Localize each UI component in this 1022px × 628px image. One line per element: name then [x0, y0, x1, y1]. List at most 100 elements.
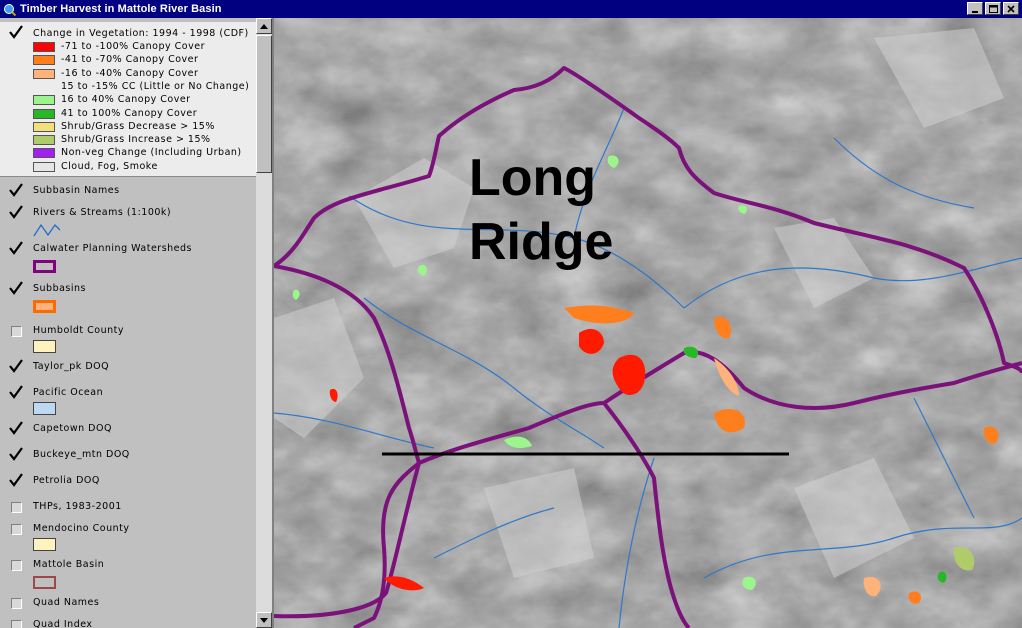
checkmark-icon	[9, 473, 23, 487]
veg-class-label: 16 to 40% Canopy Cover	[61, 94, 191, 106]
close-button[interactable]	[1003, 2, 1019, 15]
layer-row[interactable]: Quad Index	[0, 617, 256, 628]
veg-class-label: -16 to -40% Canopy Cover	[61, 67, 199, 79]
layer-row[interactable]: Petrolia DOQ	[0, 473, 256, 493]
veg-class-label: Shrub/Grass Increase > 15%	[61, 134, 211, 146]
checkmark-icon	[9, 359, 23, 373]
layer-row[interactable]: Mendocino County	[0, 521, 256, 551]
layer-visibility-checkbox[interactable]	[11, 502, 22, 513]
layer-row[interactable]: Calwater Planning Watersheds	[0, 241, 256, 273]
checkmark-icon	[9, 25, 23, 39]
layer-row[interactable]: Taylor_pk DOQ	[0, 359, 256, 379]
layer-name: Quad Index	[33, 619, 93, 628]
vegetation-change-legend[interactable]: Change in Vegetation: 1994 - 1998 (CDF) …	[0, 22, 256, 177]
layer-name: Buckeye_mtn DOQ	[33, 449, 130, 460]
checkmark-icon	[9, 421, 23, 435]
layer-row[interactable]: Subbasins	[0, 281, 256, 313]
layer-name: Calwater Planning Watersheds	[33, 243, 193, 254]
layer-name: Humboldt County	[33, 325, 125, 336]
layer-name: Taylor_pk DOQ	[33, 361, 110, 372]
veg-class-swatch	[33, 148, 55, 159]
polygon-outline-symbol	[33, 260, 56, 273]
veg-class-swatch	[33, 95, 55, 106]
checkmark-icon	[9, 241, 23, 255]
polygon-outline-symbol	[33, 300, 56, 313]
layer-name: Subbasins	[33, 283, 86, 294]
map-view[interactable]: Long Ridge	[274, 18, 1022, 628]
veg-change-title: Change in Vegetation: 1994 - 1998 (CDF)	[33, 28, 249, 39]
veg-class-label: -71 to -100% Canopy Cover	[61, 41, 205, 52]
maximize-button[interactable]	[985, 2, 1001, 15]
veg-class-swatch	[33, 55, 55, 66]
layer-row[interactable]: THPs, 1983-2001	[0, 499, 256, 519]
layer-row[interactable]: Capetown DOQ	[0, 421, 256, 441]
minimize-icon	[972, 10, 978, 13]
layer-visibility-checkbox[interactable]	[9, 205, 23, 219]
layer-visibility-checkbox[interactable]	[9, 241, 23, 255]
layer-visibility-checkbox[interactable]	[9, 183, 23, 197]
minimize-button[interactable]	[967, 2, 983, 15]
layer-visibility-checkbox[interactable]	[11, 326, 22, 337]
layer-name: THPs, 1983-2001	[33, 501, 122, 512]
layer-name: Rivers & Streams (1:100k)	[33, 207, 172, 218]
checkmark-icon	[9, 281, 23, 295]
veg-class-label: -41 to -70% Canopy Cover	[61, 54, 199, 66]
layer-name: Quad Names	[33, 597, 100, 608]
map-annotation-ridge: Ridge	[469, 213, 614, 271]
layer-visibility-checkbox[interactable]	[9, 385, 23, 399]
aerial-photo-map	[274, 18, 1022, 628]
polygon-outline-symbol	[33, 576, 56, 589]
scroll-thumb[interactable]	[256, 35, 272, 173]
layer-row[interactable]: Pacific Ocean	[0, 385, 256, 415]
arrow-up-icon	[260, 23, 268, 29]
layer-visibility-checkbox[interactable]	[11, 560, 22, 571]
map-annotation-long: Long	[469, 149, 597, 207]
layer-row[interactable]: Subbasin Names	[0, 183, 256, 203]
layer-visibility-checkbox[interactable]	[9, 281, 23, 295]
layer-name: Mendocino County	[33, 523, 130, 534]
veg-class-swatch	[33, 135, 55, 146]
checkmark-icon	[9, 447, 23, 461]
layer-row[interactable]: Quad Names	[0, 595, 256, 615]
checkmark-icon	[9, 205, 23, 219]
layer-visibility-checkbox[interactable]	[9, 473, 23, 487]
veg-class-swatch	[33, 108, 55, 119]
title-bar: Timber Harvest in Mattole River Basin	[0, 0, 1022, 18]
layer-row[interactable]: Rivers & Streams (1:100k)	[0, 205, 256, 237]
scroll-down-button[interactable]	[256, 612, 272, 628]
polygon-fill-symbol	[33, 402, 56, 415]
layer-name: Petrolia DOQ	[33, 475, 100, 486]
legend-panel: Change in Vegetation: 1994 - 1998 (CDF) …	[0, 18, 274, 628]
arrow-down-icon	[260, 617, 268, 623]
veg-change-checkbox[interactable]	[9, 25, 23, 39]
layer-row[interactable]: Mattole Basin	[0, 557, 256, 589]
arcview-globe-icon	[2, 2, 16, 16]
layer-name: Subbasin Names	[33, 185, 120, 196]
layer-visibility-checkbox[interactable]	[9, 421, 23, 435]
veg-class-label: Shrub/Grass Decrease > 15%	[61, 120, 215, 132]
veg-class-label: 15 to -15% CC (Little or No Change)	[61, 80, 250, 92]
layer-row[interactable]: Humboldt County	[0, 323, 256, 353]
maximize-icon	[988, 4, 998, 13]
veg-class-swatch	[33, 161, 55, 172]
scroll-up-button[interactable]	[256, 18, 272, 34]
veg-class-swatch	[33, 68, 55, 79]
close-icon	[1007, 4, 1015, 13]
layer-row[interactable]: Buckeye_mtn DOQ	[0, 447, 256, 467]
checkmark-icon	[9, 385, 23, 399]
veg-class-swatch	[33, 42, 55, 52]
layer-visibility-checkbox[interactable]	[9, 359, 23, 373]
checkmark-icon	[9, 183, 23, 197]
layer-visibility-checkbox[interactable]	[9, 447, 23, 461]
layer-visibility-checkbox[interactable]	[11, 598, 22, 609]
layer-visibility-checkbox[interactable]	[11, 524, 22, 535]
legend-scrollbar[interactable]	[256, 18, 272, 628]
layer-name: Pacific Ocean	[33, 387, 104, 398]
veg-class-label: Non-veg Change (Including Urban)	[61, 147, 242, 159]
polygon-fill-symbol	[33, 340, 56, 353]
veg-class-label: Cloud, Fog, Smoke	[61, 160, 158, 172]
window-title: Timber Harvest in Mattole River Basin	[20, 3, 222, 15]
layer-visibility-checkbox[interactable]	[11, 620, 22, 628]
veg-class-label: 41 to 100% Canopy Cover	[61, 107, 198, 119]
veg-class-swatch	[33, 121, 55, 132]
